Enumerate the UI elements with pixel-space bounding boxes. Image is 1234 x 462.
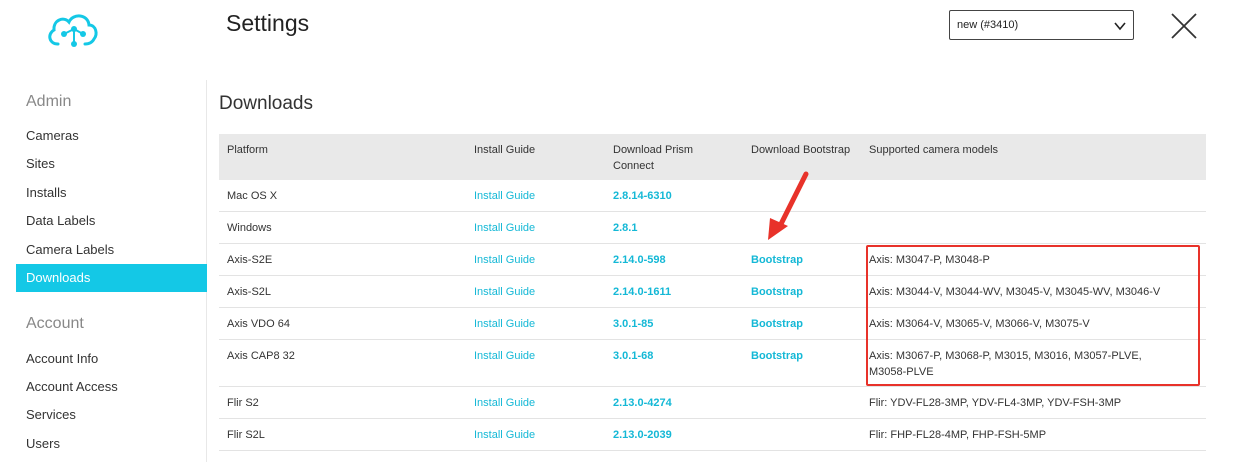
install-guide-link[interactable]: Install Guide (474, 220, 535, 236)
sidebar-item-installs[interactable]: Installs (16, 179, 207, 207)
table-row: Flir S2 Install Guide 2.13.0-4274 Flir: … (219, 387, 1206, 419)
table-header: Platform Install Guide Download Prism Co… (219, 134, 1206, 180)
install-guide-link[interactable]: Install Guide (474, 188, 535, 204)
sidebar-item-account-access[interactable]: Account Access (16, 373, 207, 401)
page-title: Settings (226, 10, 310, 36)
bootstrap-link[interactable]: Bootstrap (751, 348, 803, 364)
table-row: Windows Install Guide 2.8.1 (219, 212, 1206, 244)
sidebar-item-camera-labels[interactable]: Camera Labels (16, 236, 207, 264)
table-row: Mac OS X Install Guide 2.8.14-6310 (219, 180, 1206, 212)
cloud-logo-icon (44, 10, 100, 50)
platform-cell: Mac OS X (227, 190, 278, 202)
close-button[interactable] (1170, 12, 1198, 40)
project-select-value: new (#3410) (957, 19, 1019, 31)
close-icon (1171, 13, 1197, 39)
platform-cell: Axis-S2L (227, 286, 272, 298)
sidebar-heading-account: Account (26, 315, 84, 332)
camera-models-cell: Flir: YDV-FL28-3MP, YDV-FL4-3MP, YDV-FSH… (869, 397, 1122, 409)
sidebar-item-account-info[interactable]: Account Info (16, 345, 207, 373)
platform-cell: Flir S2L (227, 429, 265, 441)
install-guide-link[interactable]: Install Guide (474, 316, 535, 332)
sidebar-heading-admin: Admin (26, 93, 72, 110)
prism-connect-link[interactable]: 3.0.1-68 (613, 348, 653, 364)
prism-connect-link[interactable]: 2.8.14-6310 (613, 188, 672, 204)
platform-cell: Windows (227, 222, 272, 234)
column-header-prism-connect: Download Prism Connect (613, 144, 694, 172)
column-header-platform: Platform (227, 144, 268, 156)
platform-cell: Axis CAP8 32 (227, 350, 295, 362)
camera-models-cell: Flir: FHP-FL28-4MP, FHP-FSH-5MP (869, 429, 1047, 441)
section-title: Downloads (219, 93, 313, 114)
sidebar-item-data-labels[interactable]: Data Labels (16, 207, 207, 235)
downloads-table: Platform Install Guide Download Prism Co… (219, 134, 1206, 451)
settings-sidebar: Admin Cameras Sites Installs Data Labels… (0, 80, 207, 462)
sidebar-item-sites[interactable]: Sites (16, 150, 207, 178)
install-guide-link[interactable]: Install Guide (474, 348, 535, 364)
chevron-down-icon (1114, 22, 1126, 31)
prism-connect-link[interactable]: 2.13.0-4274 (613, 395, 672, 411)
table-row: Axis VDO 64 Install Guide 3.0.1-85 Boots… (219, 308, 1206, 340)
column-header-bootstrap: Download Bootstrap (751, 144, 851, 156)
prism-connect-link[interactable]: 2.13.0-2039 (613, 427, 672, 443)
install-guide-link[interactable]: Install Guide (474, 395, 535, 411)
install-guide-link[interactable]: Install Guide (474, 427, 535, 443)
prism-connect-link[interactable]: 3.0.1-85 (613, 316, 653, 332)
sidebar-item-users[interactable]: Users (16, 430, 207, 458)
sidebar-item-downloads[interactable]: Downloads (16, 264, 207, 292)
table-row: Axis-S2L Install Guide 2.14.0-1611 Boots… (219, 276, 1206, 308)
platform-cell: Flir S2 (227, 397, 259, 409)
sidebar-item-services[interactable]: Services (16, 401, 207, 429)
table-row: Axis-S2E Install Guide 2.14.0-598 Bootst… (219, 244, 1206, 276)
bootstrap-link[interactable]: Bootstrap (751, 252, 803, 268)
camera-models-cell: Axis: M3064-V, M3065-V, M3066-V, M3075-V (869, 318, 1090, 330)
sidebar-item-cameras[interactable]: Cameras (16, 122, 207, 150)
prism-connect-link[interactable]: 2.8.1 (613, 220, 637, 236)
install-guide-link[interactable]: Install Guide (474, 252, 535, 268)
prism-connect-link[interactable]: 2.14.0-1611 (613, 284, 671, 300)
camera-models-cell: Axis: M3047-P, M3048-P (869, 254, 990, 266)
column-header-install-guide: Install Guide (474, 144, 536, 156)
bootstrap-link[interactable]: Bootstrap (751, 316, 803, 332)
platform-cell: Axis VDO 64 (227, 318, 290, 330)
camera-models-cell: Axis: M3067-P, M3068-P, M3015, M3016, M3… (869, 350, 1142, 378)
column-header-camera-models: Supported camera models (869, 144, 999, 156)
camera-models-cell: Axis: M3044-V, M3044-WV, M3045-V, M3045-… (869, 286, 1161, 298)
prism-connect-link[interactable]: 2.14.0-598 (613, 252, 666, 268)
bootstrap-link[interactable]: Bootstrap (751, 284, 803, 300)
table-row: Flir S2L Install Guide 2.13.0-2039 Flir:… (219, 419, 1206, 451)
install-guide-link[interactable]: Install Guide (474, 284, 535, 300)
table-row: Axis CAP8 32 Install Guide 3.0.1-68 Boot… (219, 340, 1206, 387)
project-select[interactable]: new (#3410) (949, 10, 1134, 40)
platform-cell: Axis-S2E (227, 254, 273, 266)
